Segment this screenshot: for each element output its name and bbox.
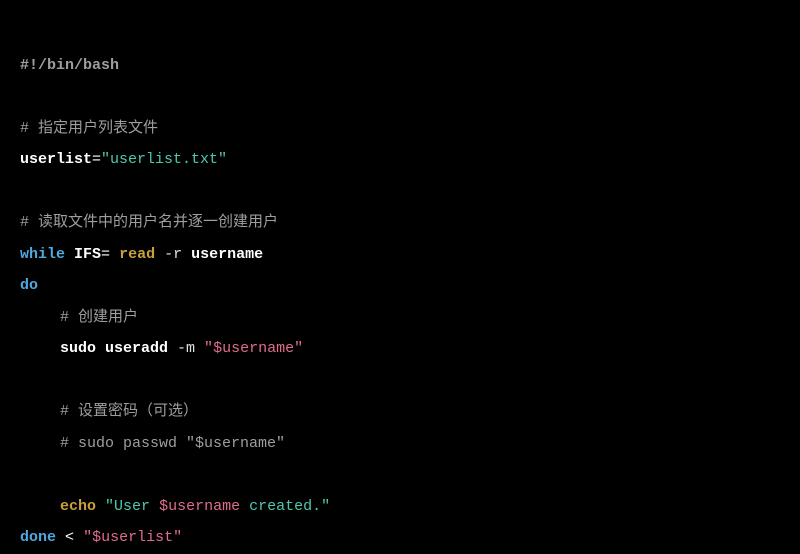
kw-do: do xyxy=(20,277,38,294)
shebang-line: #!/bin/bash xyxy=(20,57,119,74)
comment-userlist: # 指定用户列表文件 xyxy=(20,120,158,137)
quote-close-2: " xyxy=(321,498,330,515)
cmd-read: read xyxy=(119,246,155,263)
cmd-useradd: useradd xyxy=(96,340,168,357)
space xyxy=(96,498,105,515)
code-block: #!/bin/bash # 指定用户列表文件 userlist="userlis… xyxy=(20,18,780,554)
space-2 xyxy=(56,529,65,546)
comment-passwd-cmd: # sudo passwd "$username" xyxy=(60,435,285,452)
quote-open-1: " xyxy=(204,340,213,357)
comment-create: # 创建用户 xyxy=(60,309,138,326)
varref-username-1: $username xyxy=(213,340,294,357)
string-userlist: "userlist.txt" xyxy=(101,151,227,168)
flag-m: -m xyxy=(168,340,204,357)
space-3 xyxy=(74,529,83,546)
str-user: User xyxy=(114,498,159,515)
kw-while: while xyxy=(20,246,65,263)
redirect-lt: < xyxy=(65,529,74,546)
varref-userlist: $userlist xyxy=(92,529,173,546)
eq-sign: = xyxy=(101,246,119,263)
kw-done: done xyxy=(20,529,56,546)
quote-open-3: " xyxy=(83,529,92,546)
str-created: created. xyxy=(240,498,321,515)
quote-open-2: " xyxy=(105,498,114,515)
quote-close-1: " xyxy=(294,340,303,357)
var-userlist: userlist xyxy=(20,151,92,168)
assign-op: = xyxy=(92,151,101,168)
arg-username: username xyxy=(182,246,263,263)
comment-readloop: # 读取文件中的用户名并逐一创建用户 xyxy=(20,214,278,231)
flag-r: -r xyxy=(155,246,182,263)
cmd-echo: echo xyxy=(60,498,96,515)
comment-passwd: # 设置密码（可选） xyxy=(60,403,198,420)
varref-username-2: $username xyxy=(159,498,240,515)
cmd-sudo: sudo xyxy=(60,340,96,357)
quote-close-3: " xyxy=(173,529,182,546)
var-ifs: IFS xyxy=(74,246,101,263)
